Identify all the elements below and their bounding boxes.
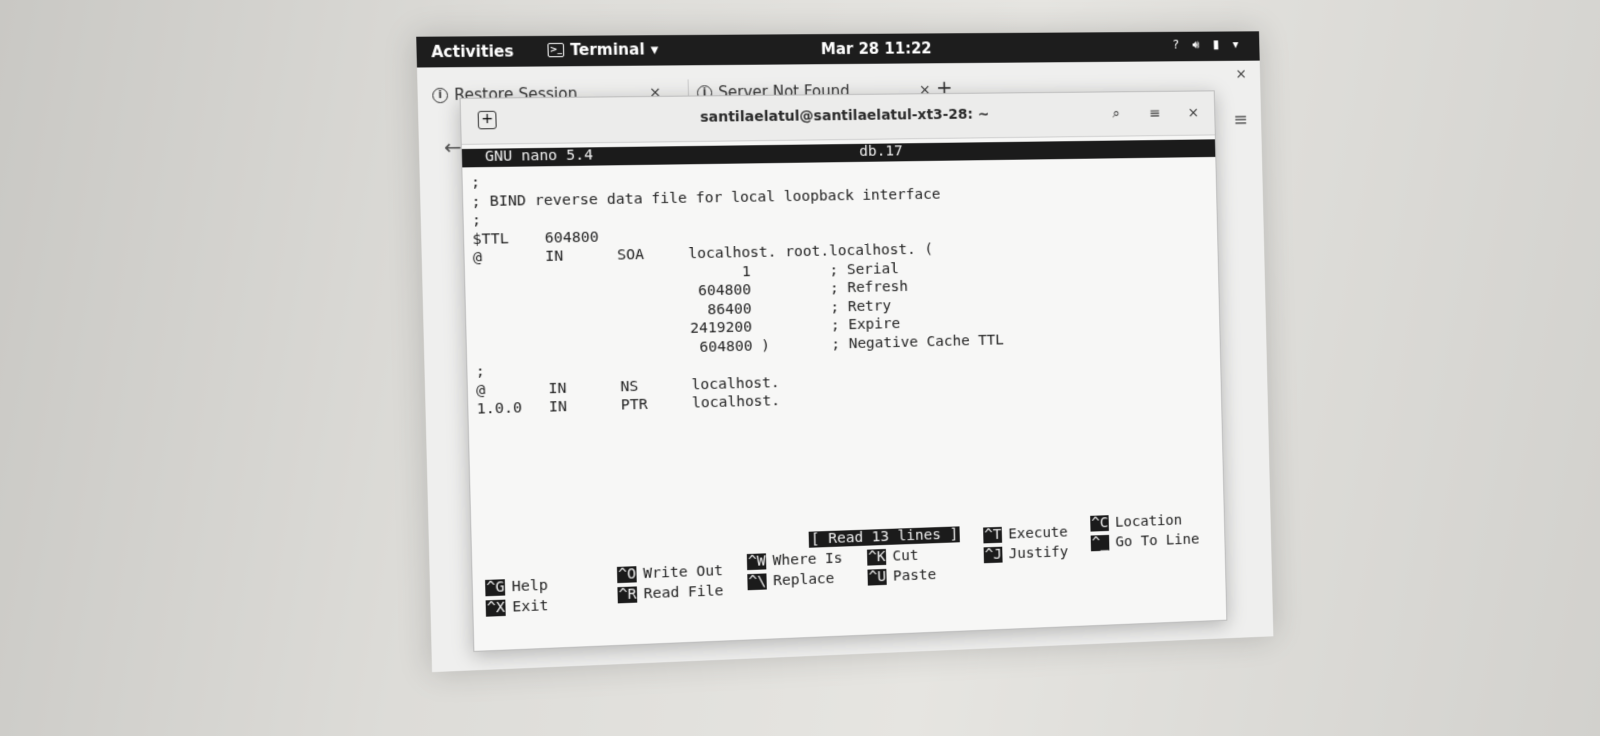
shortcut-replace[interactable]: ^\ Replace — [747, 571, 835, 591]
shortcut-justify[interactable]: ^J Justify — [983, 544, 1068, 564]
screen: Activities >_ Terminal ▾ Mar 28 11:22 ? … — [416, 31, 1274, 673]
close-icon[interactable]: × — [1181, 101, 1205, 125]
app-menu-button[interactable]: >_ Terminal ▾ — [547, 40, 659, 60]
hamburger-menu-icon[interactable]: ≡ — [1233, 110, 1248, 131]
status-area[interactable]: ? 🔊︎ ▮ ▾ — [1173, 37, 1239, 52]
nano-version: GNU nano 5.4 — [484, 147, 594, 166]
volume-icon: 🔊︎ — [1192, 37, 1200, 52]
shortcut-exit[interactable]: ^X Exit — [485, 598, 549, 617]
battery-icon: ▮ — [1212, 37, 1220, 52]
help-icon: ? — [1172, 37, 1180, 52]
shortcut-location[interactable]: ^C Location — [1090, 513, 1182, 532]
chevron-down-icon: ▾ — [650, 40, 659, 59]
search-icon[interactable]: ⌕ — [1104, 102, 1128, 126]
nano-editor: GNU nano 5.4 db.17 ; ; BIND reverse data… — [461, 135, 1227, 651]
activities-button[interactable]: Activities — [431, 42, 514, 61]
menu-icon[interactable]: ≡ — [1143, 102, 1167, 126]
terminal-window: + santilaelatul@santilaelatul-xt3-28: ~ … — [459, 90, 1228, 652]
shortcut-write-out[interactable]: ^O Write Out — [616, 563, 723, 584]
browser-close-button[interactable]: × — [1235, 67, 1247, 83]
app-name: Terminal — [570, 40, 645, 60]
shortcut-help[interactable]: ^G Help — [485, 578, 548, 597]
terminal-icon: >_ — [547, 42, 565, 58]
shortcut-cut[interactable]: ^K Cut — [866, 548, 919, 566]
nano-title-bar: GNU nano 5.4 db.17 — [461, 139, 1216, 168]
shortcut-execute[interactable]: ^T Execute — [983, 525, 1068, 544]
file-name: db.17 — [859, 143, 903, 160]
status-message: [ Read 13 lines ] — [808, 526, 961, 548]
menu-down-icon: ▾ — [1232, 37, 1239, 52]
info-icon: i — [432, 87, 449, 103]
file-content[interactable]: ; ; BIND reverse data file for local loo… — [471, 163, 1221, 419]
clock[interactable]: Mar 28 11:22 — [821, 39, 932, 58]
shortcut-read-file[interactable]: ^R Read File — [617, 583, 724, 604]
terminal-title: santilaelatul@santilaelatul-xt3-28: ~ — [699, 106, 990, 126]
back-arrow-icon[interactable]: ← — [444, 135, 462, 160]
shortcut-paste[interactable]: ^U Paste — [867, 567, 936, 586]
shortcut-where-is[interactable]: ^W Where Is — [746, 551, 843, 571]
shortcut-go-to-line[interactable]: ^_ Go To Line — [1090, 532, 1200, 552]
